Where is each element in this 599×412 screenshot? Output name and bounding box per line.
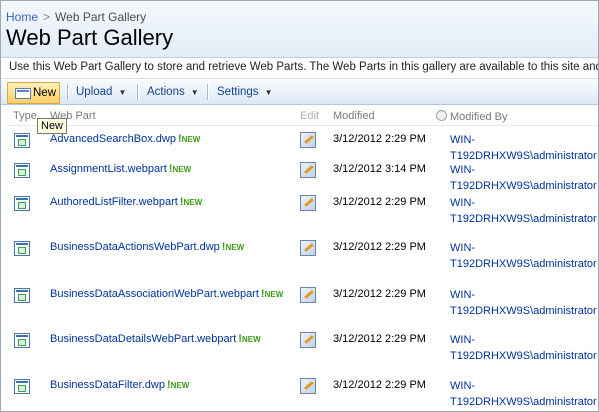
edit-properties-icon[interactable] xyxy=(300,132,316,148)
upload-menu-button[interactable]: Upload ▼ xyxy=(76,82,126,102)
edit-properties-icon[interactable] xyxy=(300,287,316,303)
new-badge: NEW xyxy=(225,243,245,252)
page-title: Web Part Gallery xyxy=(6,25,174,50)
new-badge: NEW xyxy=(241,335,261,344)
edit-properties-icon[interactable] xyxy=(300,162,316,178)
web-part-name-link[interactable]: BusinessDataDetailsWebPart.webpart !NEW xyxy=(50,333,261,345)
column-header-modified-by[interactable]: Modified By xyxy=(436,110,507,123)
web-part-file-icon xyxy=(14,333,30,348)
web-part-name-link[interactable]: AuthoredListFilter.webpart !NEW xyxy=(50,196,202,208)
chevron-down-icon: ▼ xyxy=(264,88,273,97)
modified-by-link[interactable]: WIN- T192DRHXW9S\administrator xyxy=(450,378,597,410)
chevron-down-icon: ▼ xyxy=(118,88,127,97)
edit-properties-icon[interactable] xyxy=(300,378,316,394)
modified-date: 3/12/2012 2:29 PM xyxy=(333,196,426,208)
web-part-file-icon xyxy=(14,163,30,178)
breadcrumb-current: Web Part Gallery xyxy=(55,10,147,24)
settings-menu-label: Settings xyxy=(217,86,259,98)
chevron-down-icon: ▼ xyxy=(190,88,199,97)
page-header: Home > Web Part Gallery Web Part Gallery xyxy=(1,1,598,58)
web-part-file-icon xyxy=(14,379,30,394)
settings-menu-button[interactable]: Settings ▼ xyxy=(217,82,272,102)
modified-date: 3/12/2012 2:29 PM xyxy=(333,288,426,300)
modified-by-link[interactable]: WIN- T192DRHXW9S\administrator xyxy=(450,287,597,319)
breadcrumb-home-link[interactable]: Home xyxy=(6,10,38,24)
web-part-gallery-window: Home > Web Part Gallery Web Part Gallery U… xyxy=(0,0,599,412)
edit-properties-icon[interactable] xyxy=(300,332,316,348)
new-button[interactable]: New xyxy=(7,82,60,104)
modified-date: 3/12/2012 2:29 PM xyxy=(333,379,426,391)
breadcrumb: Home > Web Part Gallery xyxy=(6,10,146,24)
gallery-description: Use this Web Part Gallery to store and r… xyxy=(1,58,598,79)
web-part-name-link[interactable]: BusinessDataFilter.dwp !NEW xyxy=(50,379,189,391)
toolbar-divider xyxy=(207,84,209,100)
actions-menu-button[interactable]: Actions ▼ xyxy=(147,82,199,102)
web-part-name-link[interactable]: BusinessDataAssociationWebPart.webpart !N… xyxy=(50,288,283,300)
presence-icon xyxy=(436,110,447,121)
new-button-label: New xyxy=(33,87,57,99)
column-header-modified[interactable]: Modified xyxy=(333,110,375,122)
web-part-file-icon xyxy=(14,241,30,256)
new-tooltip: New xyxy=(37,118,68,134)
web-part-file-icon xyxy=(14,133,30,148)
new-badge: NEW xyxy=(264,290,284,299)
toolbar-divider xyxy=(67,84,69,100)
web-part-file-icon xyxy=(14,288,30,303)
modified-by-link[interactable]: WIN- T192DRHXW9S\administrator xyxy=(450,240,597,272)
actions-menu-label: Actions xyxy=(147,86,185,98)
column-header-edit: Edit xyxy=(300,110,319,122)
modified-by-link[interactable]: WIN- T192DRHXW9S\administrator xyxy=(450,132,597,164)
web-part-name-link[interactable]: BusinessDataActionsWebPart.dwp !NEW xyxy=(50,241,244,253)
upload-menu-label: Upload xyxy=(76,86,113,98)
toolbar-divider xyxy=(137,84,139,100)
column-header-type[interactable]: Type xyxy=(13,110,37,122)
modified-date: 3/12/2012 2:29 PM xyxy=(333,133,426,145)
breadcrumb-separator: > xyxy=(43,10,51,24)
edit-properties-icon[interactable] xyxy=(300,195,316,211)
new-badge: NEW xyxy=(183,198,203,207)
modified-by-link[interactable]: WIN- T192DRHXW9S\administrator xyxy=(450,332,597,364)
web-part-name-link[interactable]: AssignmentList.webpart !NEW xyxy=(50,163,191,175)
edit-properties-icon[interactable] xyxy=(300,240,316,256)
list-toolbar: New Upload ▼ Actions ▼ Settings ▼ xyxy=(1,80,598,105)
column-header-divider xyxy=(8,125,598,126)
web-part-file-icon xyxy=(14,196,30,211)
modified-date: 3/12/2012 2:29 PM xyxy=(333,333,426,345)
web-part-name-link[interactable]: AdvancedSearchBox.dwp !NEW xyxy=(50,133,200,145)
modified-date: 3/12/2012 3:14 PM xyxy=(333,163,426,175)
modified-by-link[interactable]: WIN- T192DRHXW9S\administrator xyxy=(450,162,597,194)
new-badge: NEW xyxy=(170,381,190,390)
new-badge: NEW xyxy=(181,135,201,144)
new-document-icon xyxy=(15,88,31,99)
modified-date: 3/12/2012 2:29 PM xyxy=(333,241,426,253)
new-badge: NEW xyxy=(172,165,192,174)
column-header-modified-by-label: Modified By xyxy=(450,111,508,123)
modified-by-link[interactable]: WIN- T192DRHXW9S\administrator xyxy=(450,195,597,227)
